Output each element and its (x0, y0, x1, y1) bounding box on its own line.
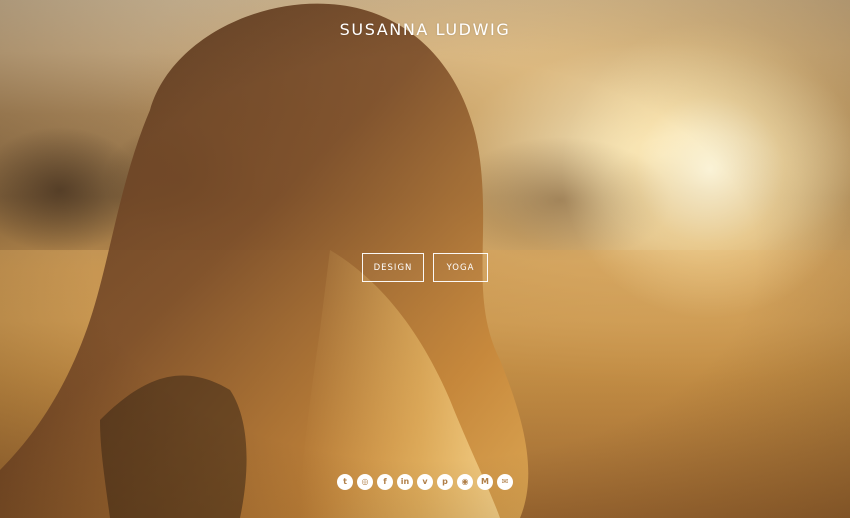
site-title[interactable]: SUSANNA LUDWIG (0, 20, 850, 39)
instagram-icon[interactable]: ◎ (357, 474, 373, 490)
nav-yoga-button[interactable]: YOGA (433, 253, 488, 282)
dribbble-icon[interactable]: ◉ (457, 474, 473, 490)
vimeo-icon[interactable]: v (417, 474, 433, 490)
social-links: t ◎ f in v p ◉ M ✉ (0, 474, 850, 490)
nav-design-button[interactable]: DESIGN (362, 253, 424, 282)
hero-background: SUSANNA LUDWIG DESIGN YOGA t ◎ f in v p … (0, 0, 850, 518)
main-nav: DESIGN YOGA (0, 253, 850, 282)
pinterest-icon[interactable]: p (437, 474, 453, 490)
linkedin-icon[interactable]: in (397, 474, 413, 490)
facebook-icon[interactable]: f (377, 474, 393, 490)
email-icon[interactable]: ✉ (497, 474, 513, 490)
medium-icon[interactable]: M (477, 474, 493, 490)
twitter-icon[interactable]: t (337, 474, 353, 490)
